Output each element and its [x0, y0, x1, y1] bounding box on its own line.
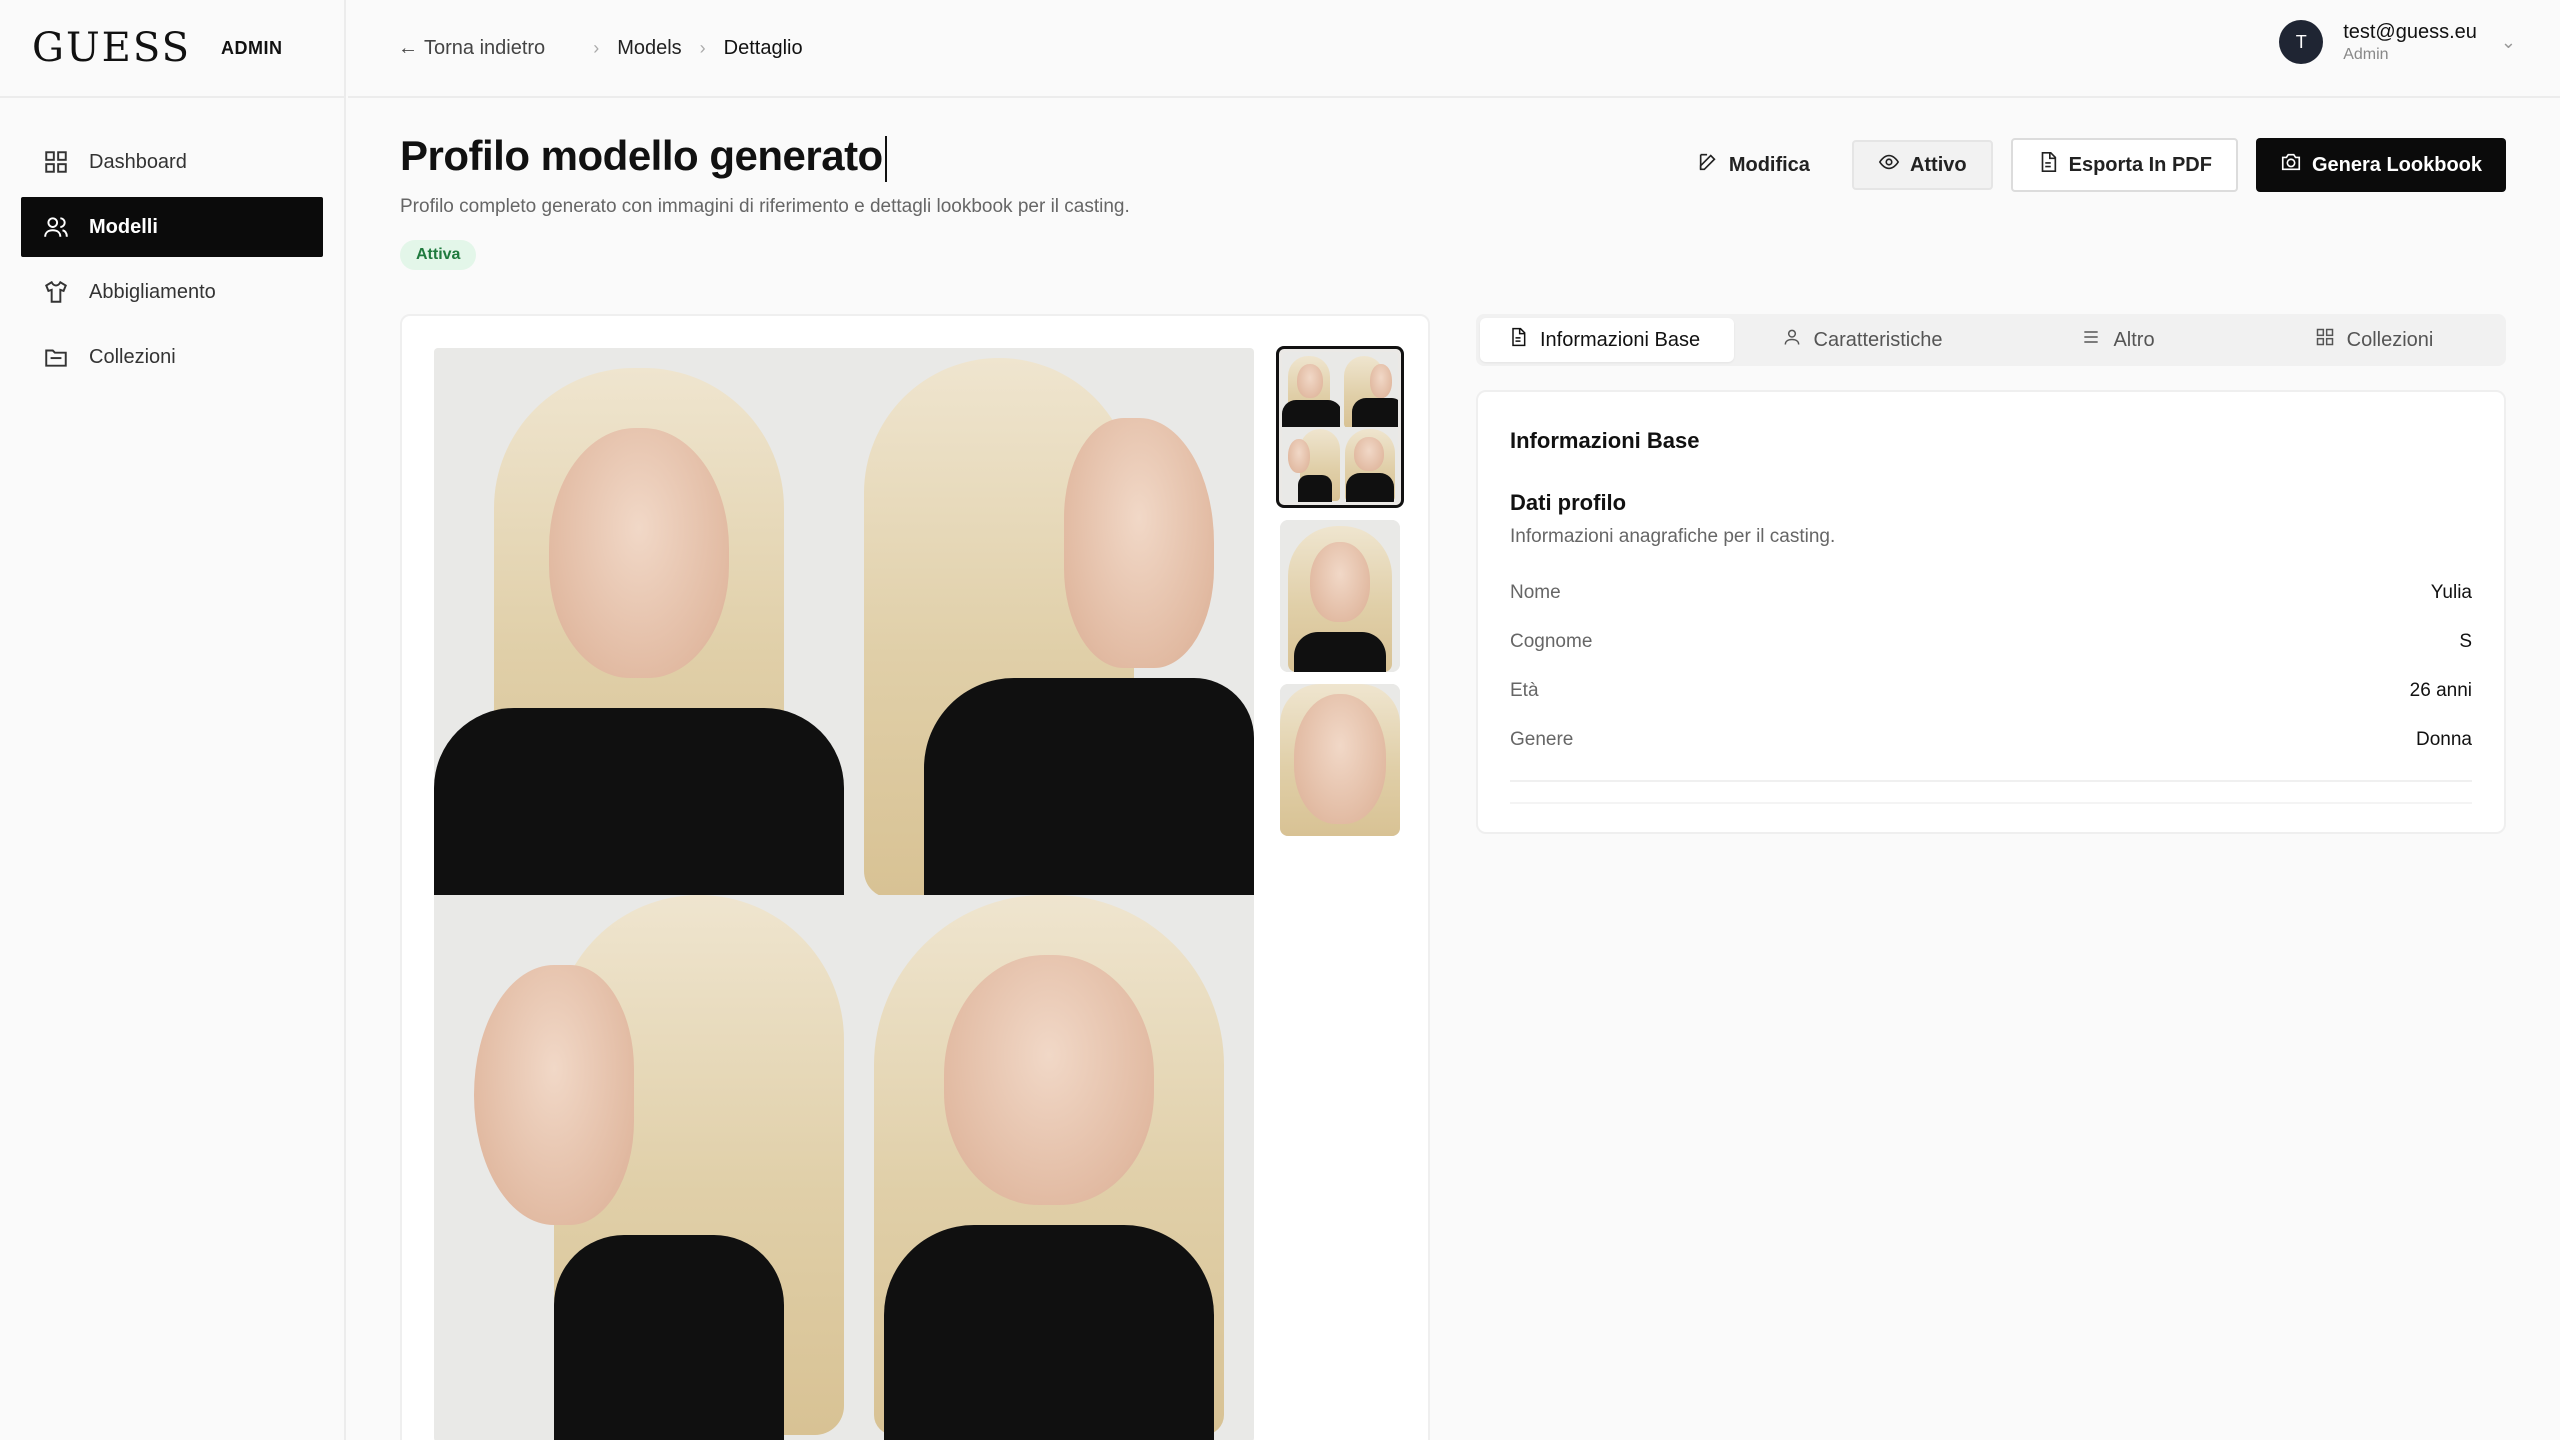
export-pdf-label: Esporta In PDF [2068, 153, 2212, 176]
edit-label: Modifica [1728, 153, 1810, 176]
detail-tabs: Informazioni Base Caratteristiche Altro … [1476, 314, 2506, 366]
document-icon [1508, 327, 1528, 353]
sidebar-item-label: Collezioni [89, 345, 176, 368]
photo-profile-right [844, 348, 1254, 895]
field-label: Cognome [1510, 630, 1593, 652]
sidebar-item-dashboard[interactable]: Dashboard [21, 132, 323, 192]
generate-lookbook-button[interactable]: Genera Lookbook [2255, 138, 2506, 192]
field-row-eta: Età 26 anni [1510, 666, 2472, 715]
tab-informazioni-base[interactable]: Informazioni Base [1480, 318, 1734, 362]
tab-label: Collezioni [2346, 328, 2434, 351]
active-toggle-button[interactable]: Attivo [1851, 140, 1993, 190]
profile-fields: Nome Yulia Cognome S Età 26 anni Genere … [1510, 568, 2472, 764]
tab-caratteristiche[interactable]: Caratteristiche [1734, 318, 1990, 362]
avatar: T [2279, 20, 2324, 64]
divider [1510, 780, 2472, 782]
field-row-cognome: Cognome S [1510, 617, 2472, 666]
chevron-right-icon: › [699, 37, 706, 58]
export-pdf-button[interactable]: Esporta In PDF [2010, 138, 2238, 192]
field-row-nome: Nome Yulia [1510, 568, 2472, 617]
tab-collezioni[interactable]: Collezioni [2246, 318, 2502, 362]
sidebar-item-modelli[interactable]: Modelli [21, 197, 323, 257]
divider [1510, 802, 2472, 804]
back-label: Torna indietro [424, 36, 546, 59]
tab-altro[interactable]: Altro [1990, 318, 2246, 362]
sidebar: GUESS ADMIN Dashboard Modelli Abbigliame… [0, 0, 346, 1440]
user-menu[interactable]: T test@guess.eu Admin ⌄ [2279, 20, 2516, 64]
person-icon [1782, 327, 1802, 353]
main-photo[interactable] [434, 348, 1254, 1440]
brand: GUESS ADMIN [0, 0, 344, 98]
eye-icon [1878, 151, 1900, 179]
status-badge: Attiva [400, 239, 477, 270]
model-gallery [400, 314, 1430, 1440]
breadcrumb: ← Torna indietro › Models › Dettaglio [398, 37, 803, 60]
arrow-left-icon: ← [398, 36, 418, 59]
topbar: ← Torna indietro › Models › Dettaglio T … [348, 0, 2560, 98]
document-icon [2037, 151, 2059, 179]
thumbnail-portrait[interactable] [1280, 520, 1400, 672]
field-label: Età [1510, 679, 1539, 701]
section-title: Dati profilo [1510, 490, 1627, 515]
tab-label: Caratteristiche [1813, 328, 1943, 351]
tab-label: Altro [2113, 328, 2155, 351]
field-label: Genere [1510, 728, 1574, 750]
generate-lookbook-label: Genera Lookbook [2311, 153, 2482, 176]
page-title-text: Profilo modello generato [400, 132, 883, 179]
page-subtitle: Profilo completo generato con immagini d… [400, 195, 1130, 217]
info-card: Informazioni Base Dati profilo Informazi… [1476, 390, 2506, 834]
field-label: Nome [1510, 581, 1561, 603]
active-toggle-label: Attivo [1909, 153, 1967, 176]
page-title: Profilo modello generato [400, 132, 1130, 182]
user-role: Admin [2343, 45, 2389, 63]
edit-button[interactable]: Modifica [1673, 138, 1834, 192]
field-value: S [2459, 630, 2472, 652]
section-subtitle: Informazioni anagrafiche per il casting. [1510, 526, 1836, 547]
shirt-icon [43, 279, 69, 305]
field-value: Yulia [2430, 581, 2472, 603]
grid-icon [2315, 327, 2335, 353]
camera-icon [2280, 151, 2302, 179]
edit-icon [1697, 151, 1719, 179]
page-header: Profilo modello generato Profilo complet… [400, 98, 2506, 270]
sidebar-item-label: Dashboard [89, 150, 187, 173]
list-icon [2081, 327, 2101, 353]
field-row-genere: Genere Donna [1510, 715, 2472, 764]
sidebar-item-label: Abbigliamento [89, 280, 216, 303]
thumbnail-strip [1276, 346, 1404, 848]
brand-section-label: ADMIN [220, 37, 283, 58]
thumbnail-composite[interactable] [1276, 346, 1404, 508]
photo-profile-left [434, 895, 844, 1440]
field-value: 26 anni [2409, 679, 2472, 701]
photo-front-low-angle [844, 895, 1254, 1440]
text-cursor [884, 135, 887, 182]
back-link[interactable]: ← Torna indietro [398, 37, 545, 60]
sidebar-nav: Dashboard Modelli Abbigliamento Collezio… [0, 98, 344, 426]
users-icon [43, 214, 69, 240]
breadcrumb-models[interactable]: Models [617, 37, 681, 60]
chevron-right-icon: › [593, 37, 600, 58]
sidebar-item-label: Modelli [89, 215, 158, 238]
breadcrumb-current: Dettaglio [723, 36, 803, 59]
grid-icon [43, 149, 69, 175]
thumbnail-closeup[interactable] [1280, 684, 1400, 836]
header-actions: Modifica Attivo Esporta In PDF Genera Lo… [1673, 138, 2506, 192]
sidebar-item-abbigliamento[interactable]: Abbigliamento [21, 262, 323, 322]
chevron-down-icon: ⌄ [2500, 31, 2516, 52]
user-email: test@guess.eu [2343, 20, 2477, 43]
field-value: Donna [2416, 728, 2472, 750]
folder-icon [43, 344, 69, 370]
brand-logo[interactable]: GUESS [32, 25, 191, 71]
sidebar-item-collezioni[interactable]: Collezioni [21, 327, 323, 387]
tab-label: Informazioni Base [1540, 328, 1701, 351]
info-card-title: Informazioni Base [1510, 428, 1700, 453]
photo-front [434, 348, 844, 895]
